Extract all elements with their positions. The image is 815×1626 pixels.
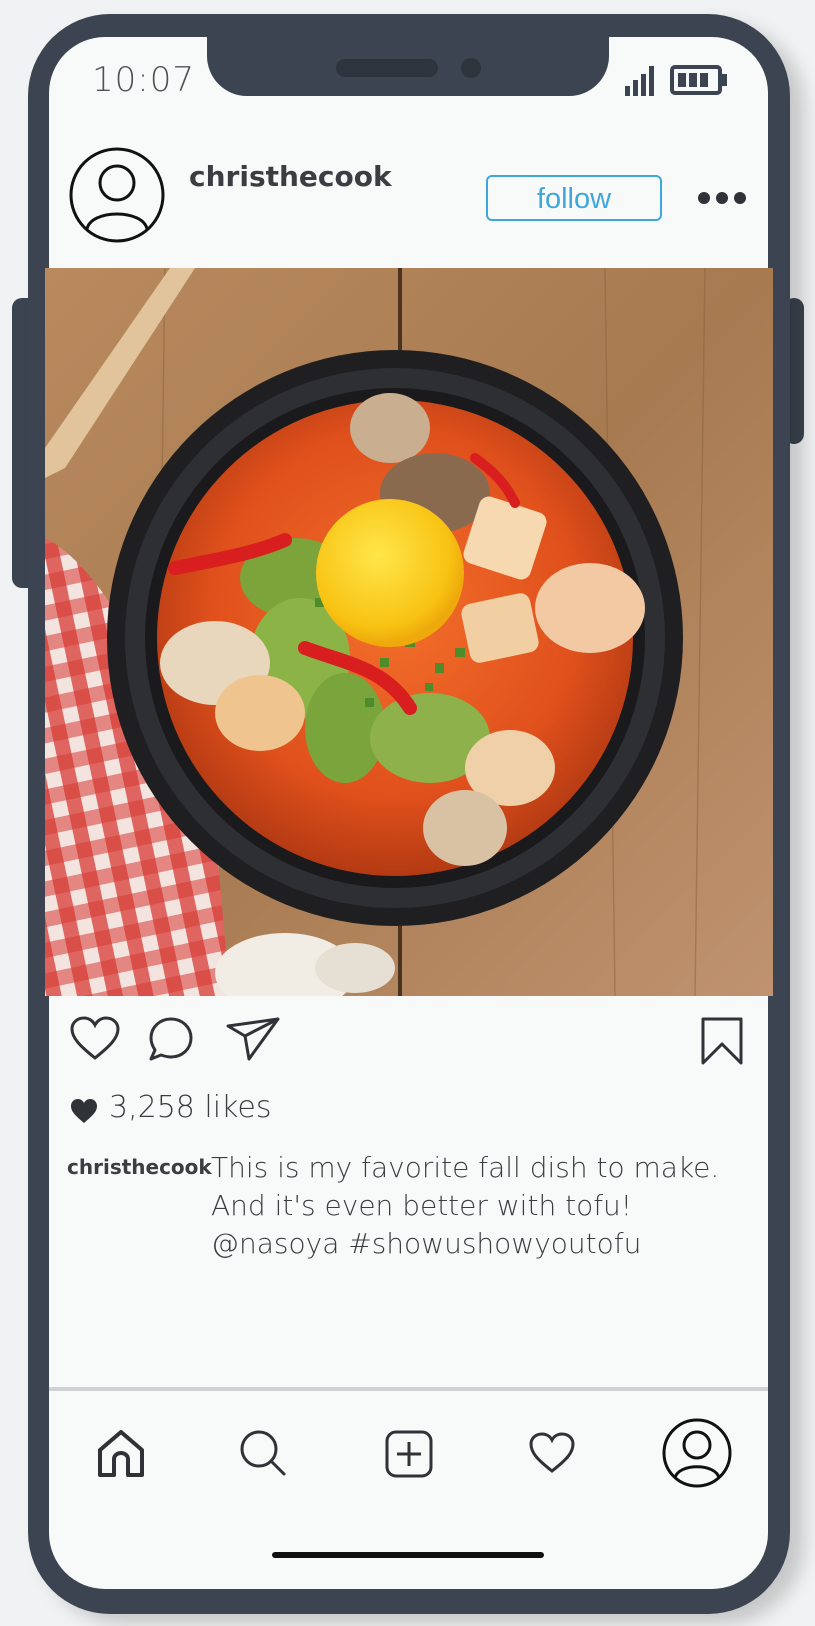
profile-icon[interactable] xyxy=(662,1418,732,1488)
post-username[interactable]: christhecook xyxy=(189,160,392,193)
activity-icon[interactable] xyxy=(529,1432,575,1474)
home-icon[interactable] xyxy=(96,1428,146,1478)
post-image[interactable] xyxy=(45,268,773,996)
search-icon[interactable] xyxy=(238,1428,288,1478)
caption-line: And it's even better with tofu! xyxy=(211,1189,633,1222)
caption-line[interactable]: @nasoya #showushowyoutofu xyxy=(211,1225,731,1263)
follow-button[interactable]: follow xyxy=(486,175,662,221)
caption-line: This is my favorite fall dish to make. xyxy=(211,1151,720,1184)
bookmark-icon[interactable] xyxy=(700,1016,744,1066)
user-avatar-icon[interactable] xyxy=(69,147,165,243)
caption-text: This is my favorite fall dish to make. A… xyxy=(211,1149,731,1263)
stew-illustration xyxy=(45,268,773,996)
nav-divider xyxy=(49,1387,768,1391)
likes-count: 3,258 likes xyxy=(109,1090,272,1125)
comment-icon[interactable] xyxy=(148,1016,194,1062)
heart-icon[interactable] xyxy=(70,1016,120,1062)
front-camera xyxy=(461,58,481,78)
likes-heart-icon xyxy=(71,1099,97,1123)
more-icon[interactable] xyxy=(696,187,748,209)
home-indicator[interactable] xyxy=(272,1552,544,1558)
add-post-icon[interactable] xyxy=(385,1430,433,1478)
caption-username[interactable]: christhecook xyxy=(67,1155,212,1179)
signal-icon xyxy=(625,66,654,96)
status-time: 10:07 xyxy=(92,60,195,100)
battery-icon xyxy=(670,65,727,95)
share-icon[interactable] xyxy=(225,1016,281,1062)
speaker xyxy=(336,59,438,77)
